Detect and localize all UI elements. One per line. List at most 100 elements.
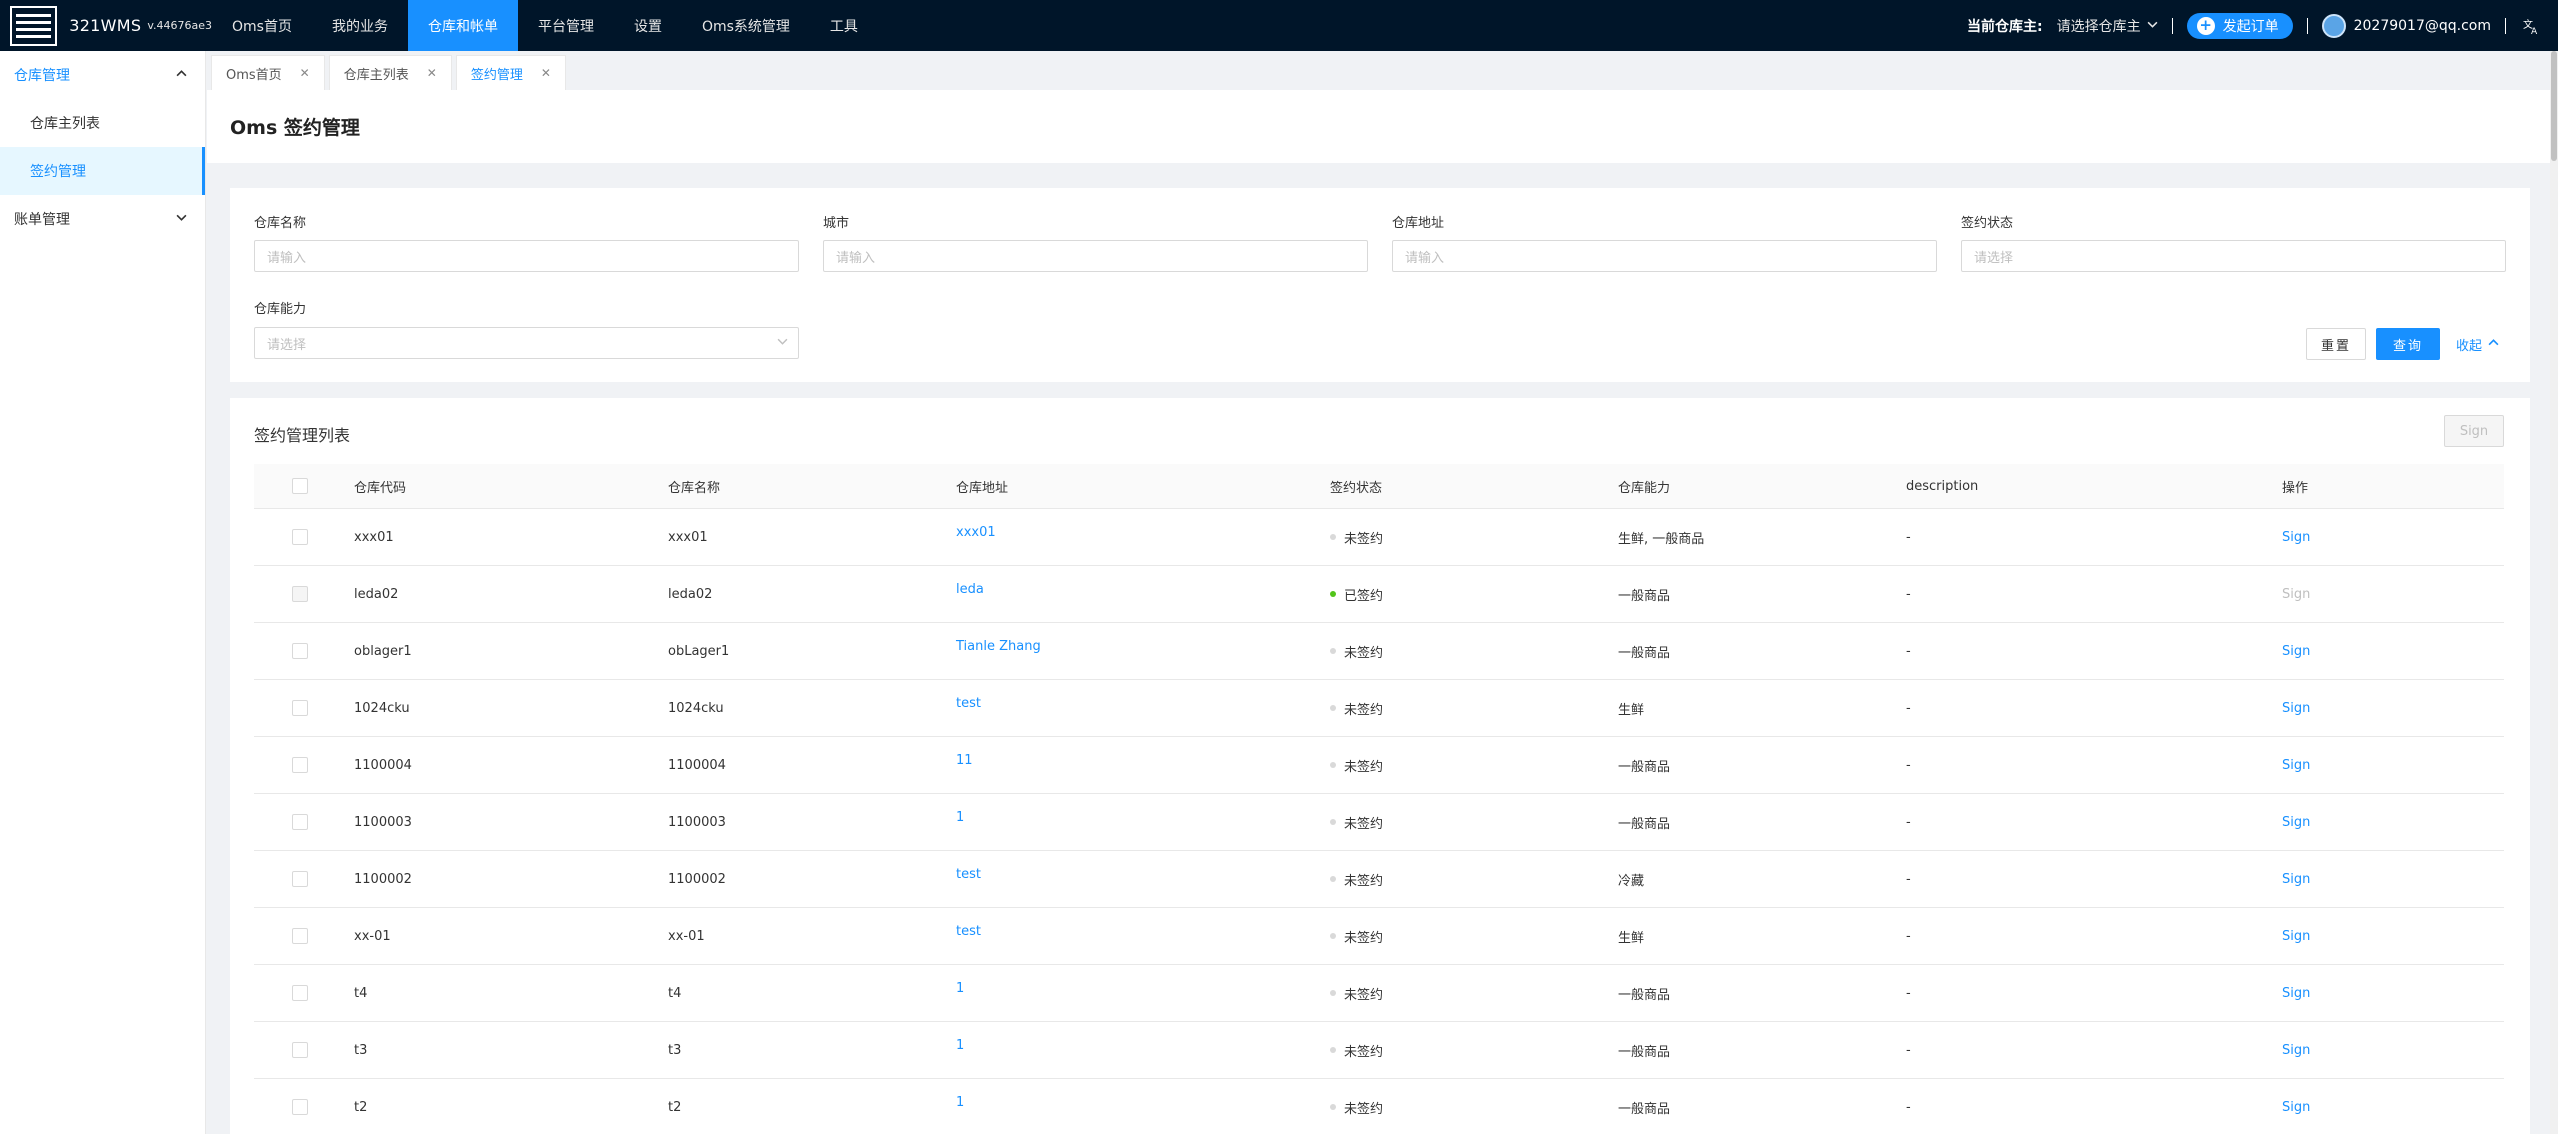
- divider: [2505, 17, 2506, 34]
- reset-button[interactable]: 重置: [2306, 328, 2366, 360]
- avatar[interactable]: [2321, 13, 2346, 38]
- tab-contract-management[interactable]: 签约管理 ✕: [455, 55, 566, 90]
- tab-warehouse-owner-list[interactable]: 仓库主列表 ✕: [328, 55, 452, 90]
- capability-select[interactable]: 请选择: [254, 327, 799, 359]
- sign-action-link[interactable]: Sign: [2282, 623, 2310, 679]
- warehouse-address-link[interactable]: 1: [956, 1079, 964, 1134]
- warehouse-address-link[interactable]: test: [956, 851, 981, 907]
- warehouse-address-link[interactable]: leda: [956, 566, 984, 622]
- description: -: [1906, 529, 1911, 545]
- logo-icon: [10, 5, 58, 46]
- nav-item-oms-system[interactable]: Oms系统管理: [682, 0, 810, 51]
- row-checkbox[interactable]: [292, 737, 308, 793]
- sidebar-group-billing[interactable]: 账单管理: [0, 195, 205, 243]
- close-icon[interactable]: ✕: [427, 66, 437, 80]
- warehouse-address-link[interactable]: test: [956, 908, 981, 964]
- status-dot: [1330, 762, 1336, 768]
- translate-icon[interactable]: 文A: [2520, 15, 2542, 37]
- warehouse-address-link[interactable]: Tianle Zhang: [956, 623, 1041, 679]
- sign-status-text: 未签约: [1344, 1044, 1384, 1060]
- warehouse-capability: 一般商品: [1618, 816, 1671, 832]
- status-dot: [1330, 1104, 1336, 1110]
- sign-action-link[interactable]: Sign: [2282, 1079, 2310, 1134]
- column-header: 仓库能力: [1618, 480, 1671, 496]
- sign-action-link[interactable]: Sign: [2282, 737, 2310, 793]
- sign-status-label: 签约状态: [1961, 216, 2014, 231]
- row-checkbox[interactable]: [292, 908, 308, 964]
- sign-status-text: 未签约: [1344, 531, 1384, 547]
- chevron-down-icon: [777, 336, 788, 350]
- column-header: 仓库代码: [354, 480, 407, 496]
- table-panel: 签约管理列表 Sign 仓库代码 仓库名称 仓库地址 签约状态 仓库能力 des…: [230, 398, 2530, 1134]
- sidebar-group-warehouse[interactable]: 仓库管理: [0, 51, 205, 99]
- warehouse-address-link[interactable]: test: [956, 680, 981, 736]
- nav-item-platform[interactable]: 平台管理: [518, 0, 614, 51]
- city-input[interactable]: 请输入: [823, 240, 1368, 272]
- tab-oms-home[interactable]: Oms首页 ✕: [211, 55, 325, 90]
- sign-action-link[interactable]: Sign: [2282, 908, 2310, 964]
- warehouse-address-input[interactable]: 请输入: [1392, 240, 1937, 272]
- app-name: 321WMS: [69, 16, 142, 35]
- scrollbar-thumb[interactable]: [2551, 51, 2557, 161]
- row-checkbox[interactable]: [292, 509, 308, 565]
- sign-action-link[interactable]: Sign: [2282, 1022, 2310, 1078]
- warehouse-code: t2: [354, 1099, 368, 1115]
- warehouse-capability: 生鲜, 一般商品: [1618, 531, 1705, 547]
- sign-status-text: 未签约: [1344, 645, 1384, 661]
- warehouse-address-link[interactable]: 1: [956, 965, 964, 1021]
- tab-label: 仓库主列表: [343, 67, 409, 83]
- sign-status: 未签约: [1330, 851, 1383, 907]
- sign-status-select[interactable]: 请选择: [1961, 240, 2506, 272]
- row-checkbox[interactable]: [292, 851, 308, 907]
- query-button[interactable]: 查询: [2376, 328, 2440, 360]
- table-row: xx-01 xx-01 test 未签约 生鲜 - Sign: [254, 908, 2504, 965]
- collapse-toggle[interactable]: 收起: [2456, 328, 2499, 360]
- description: -: [1906, 1099, 1911, 1115]
- warehouse-capability: 一般商品: [1618, 588, 1671, 604]
- nav-item-my-business[interactable]: 我的业务: [312, 0, 408, 51]
- row-checkbox[interactable]: [292, 1079, 308, 1134]
- nav-item-tools[interactable]: 工具: [810, 0, 878, 51]
- logo[interactable]: 321WMS v.44676ae3: [0, 0, 212, 51]
- collapse-label: 收起: [2456, 338, 2483, 354]
- create-order-button[interactable]: + 发起订单: [2186, 12, 2293, 39]
- warehouse-address-link[interactable]: xxx01: [956, 509, 996, 565]
- row-checkbox[interactable]: [292, 680, 308, 736]
- status-dot: [1330, 819, 1336, 825]
- scrollbar[interactable]: [2550, 51, 2558, 1134]
- row-checkbox[interactable]: [292, 1022, 308, 1078]
- warehouse-name: obLager1: [668, 643, 730, 659]
- sidebar-item-contract-management[interactable]: 签约管理: [0, 147, 205, 195]
- status-dot: [1330, 648, 1336, 654]
- sign-action-link[interactable]: Sign: [2282, 509, 2310, 565]
- sign-action-link[interactable]: Sign: [2282, 851, 2310, 907]
- sign-action-link[interactable]: Sign: [2282, 965, 2310, 1021]
- row-checkbox[interactable]: [292, 794, 308, 850]
- sign-action-link[interactable]: Sign: [2282, 794, 2310, 850]
- close-icon[interactable]: ✕: [541, 66, 551, 80]
- warehouse-code: t4: [354, 985, 368, 1001]
- top-navbar: 321WMS v.44676ae3 Oms首页 我的业务 仓库和帐单 平台管理 …: [0, 0, 2558, 51]
- sidebar-item-warehouse-owner-list[interactable]: 仓库主列表: [0, 99, 205, 147]
- select-all-checkbox[interactable]: [292, 464, 308, 508]
- warehouse-address-link[interactable]: 1: [956, 1022, 964, 1078]
- warehouse-capability: 一般商品: [1618, 759, 1671, 775]
- tab-label: 签约管理: [470, 67, 523, 83]
- nav-item-oms-home[interactable]: Oms首页: [212, 0, 312, 51]
- warehouse-address-link[interactable]: 11: [956, 737, 973, 793]
- user-email[interactable]: 20279017@qq.com: [2354, 18, 2491, 34]
- nav-item-settings[interactable]: 设置: [614, 0, 682, 51]
- row-checkbox[interactable]: [292, 623, 308, 679]
- bulk-sign-button[interactable]: Sign: [2444, 415, 2504, 447]
- nav-item-warehouse-billing[interactable]: 仓库和帐单: [407, 0, 518, 51]
- sign-status-text: 未签约: [1344, 987, 1384, 1003]
- sign-action-link[interactable]: Sign: [2282, 680, 2310, 736]
- sidebar: 仓库管理 仓库主列表 签约管理 账单管理: [0, 51, 206, 1134]
- warehouse-name: 1100002: [668, 871, 726, 887]
- row-checkbox[interactable]: [292, 965, 308, 1021]
- warehouse-address-link[interactable]: 1: [956, 794, 964, 850]
- warehouse-name-input[interactable]: 请输入: [254, 240, 799, 272]
- close-icon[interactable]: ✕: [300, 66, 310, 80]
- warehouse-owner-select[interactable]: 请选择仓库主: [2057, 16, 2158, 36]
- table-row: 1100002 1100002 test 未签约 冷藏 - Sign: [254, 851, 2504, 908]
